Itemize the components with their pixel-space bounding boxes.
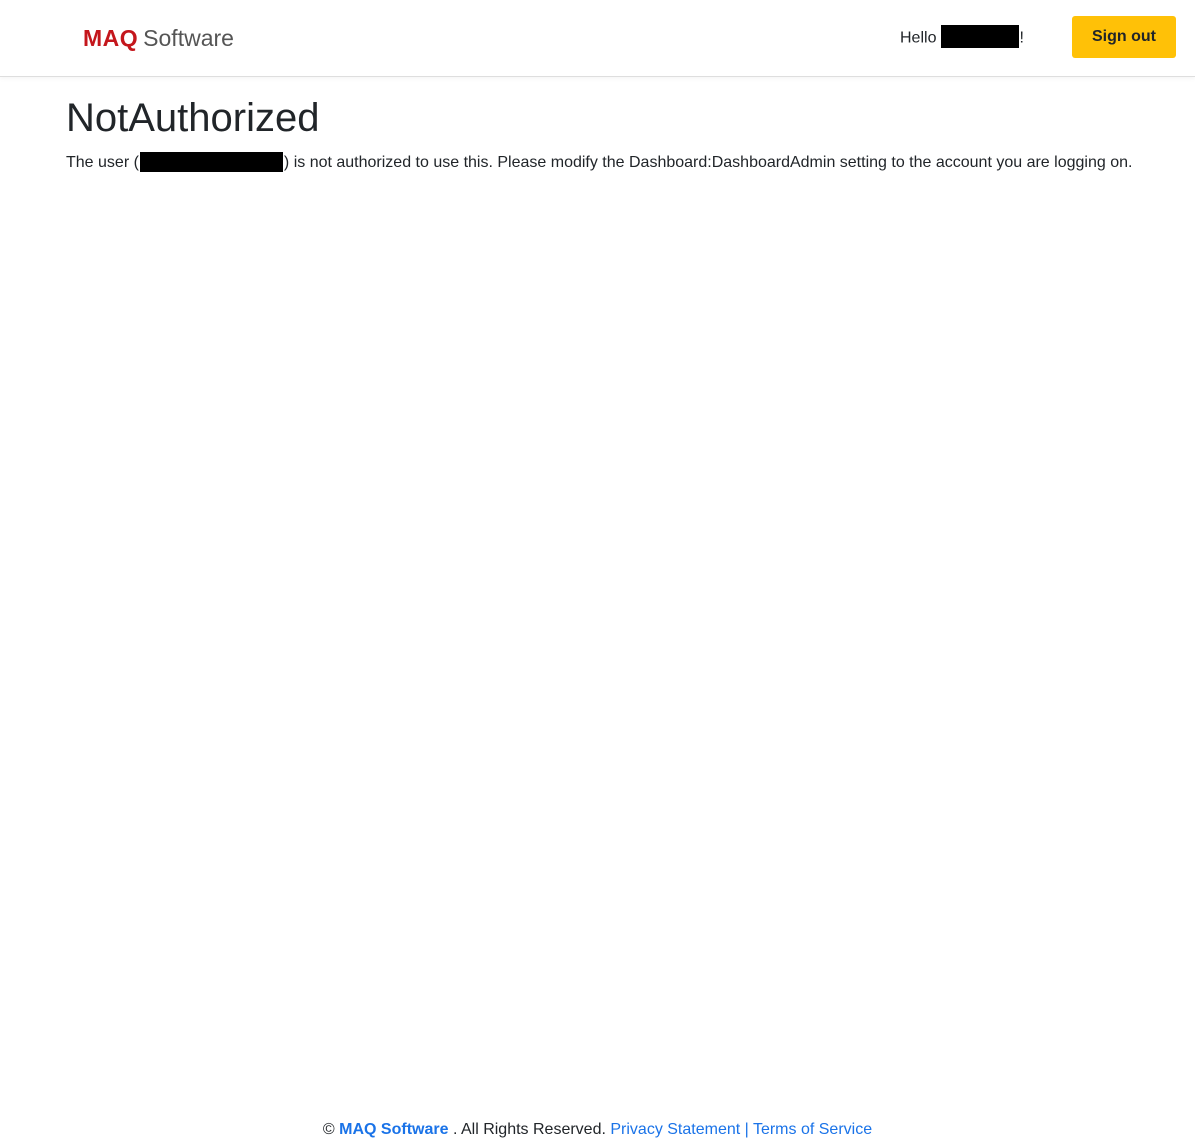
- terms-of-service-link[interactable]: Terms of Service: [753, 1121, 872, 1138]
- footer-separator: |: [744, 1121, 749, 1138]
- redacted-user-account: [139, 151, 283, 172]
- page: MAQ Software Hello! Sign out NotAuthorize…: [0, 0, 1195, 1147]
- top-header: MAQ Software Hello! Sign out: [0, 0, 1195, 77]
- user-greeting: Hello!: [900, 25, 1024, 50]
- page-title: NotAuthorized: [66, 96, 320, 140]
- logo-software-text: Software: [143, 25, 234, 51]
- rights-text: . All Rights Reserved.: [452, 1121, 606, 1138]
- privacy-statement-link[interactable]: Privacy Statement: [610, 1121, 740, 1138]
- page-footer: © MAQ Software . All Rights Reserved. Pr…: [0, 1119, 1195, 1141]
- greeting-prefix: Hello: [900, 29, 937, 47]
- redacted-username: [941, 25, 1020, 48]
- message-prefix: The user (: [66, 154, 139, 171]
- copyright-symbol: ©: [322, 1121, 335, 1138]
- logo-maq-text: MAQ: [83, 25, 139, 51]
- sign-out-button[interactable]: Sign out: [1072, 16, 1176, 58]
- maq-software-logo[interactable]: MAQ Software: [83, 24, 234, 52]
- greeting-suffix: !: [1019, 29, 1024, 47]
- not-authorized-message: The user ( ) is not authorized to use thi…: [66, 151, 1133, 174]
- message-suffix: ) is not authorized to use this. Please …: [283, 154, 1133, 171]
- maq-software-link[interactable]: MAQ Software: [339, 1121, 448, 1138]
